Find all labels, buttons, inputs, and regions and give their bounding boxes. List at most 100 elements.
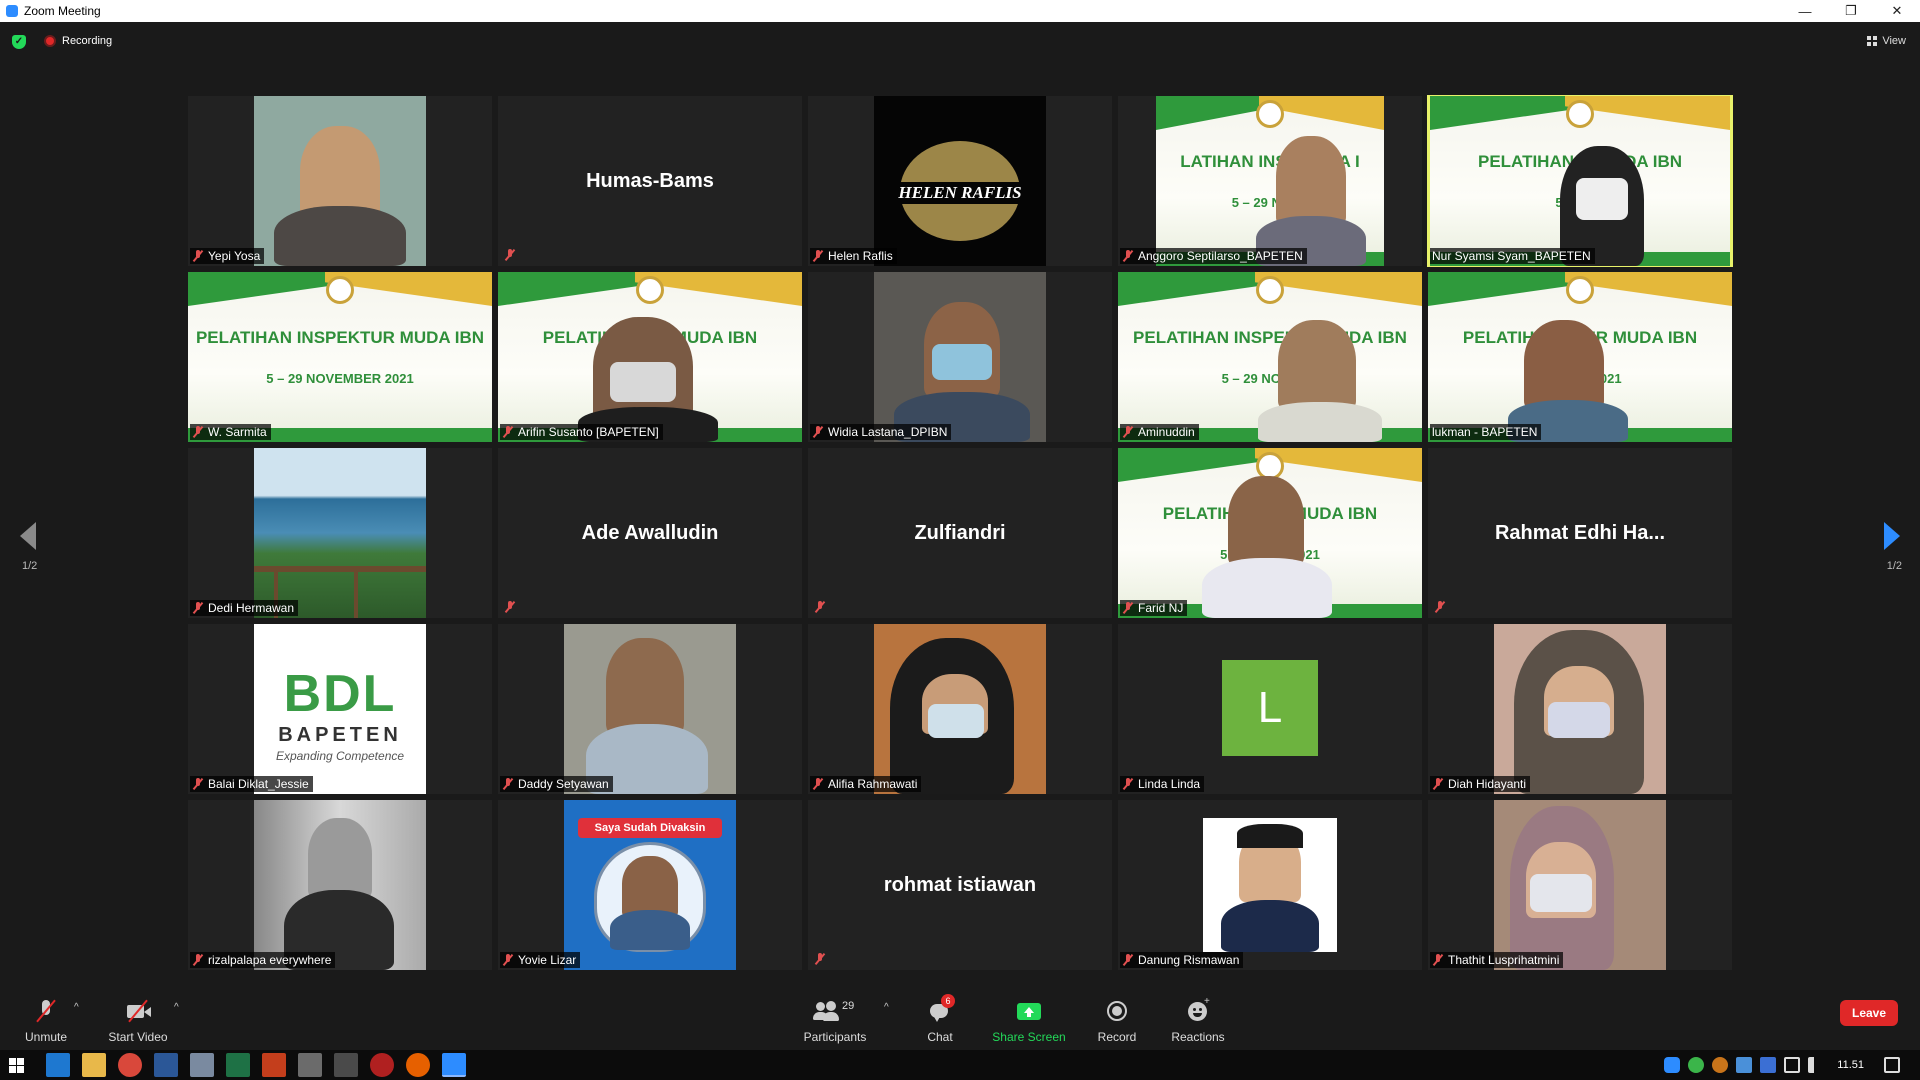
notifications-icon[interactable] xyxy=(1884,1057,1900,1073)
grid-view-icon xyxy=(1867,36,1878,46)
participant-tile[interactable]: Widia Lastana_DPIBN xyxy=(808,272,1112,442)
participant-display-name: rohmat istiawan xyxy=(883,873,1037,896)
participant-tile[interactable]: PELATIHAN UR MUDA IBN 5 – 29 BER 2021 Fa… xyxy=(1118,448,1422,618)
calendar-icon[interactable] xyxy=(334,1053,358,1077)
volume-icon[interactable] xyxy=(1808,1057,1824,1073)
participant-tile[interactable]: Danung Rismawan xyxy=(1118,800,1422,970)
participant-tile[interactable]: PELATIHAN I TUR MUDA IBN 5 – 2 ER 2021 l… xyxy=(1428,272,1732,442)
windows-start-icon[interactable] xyxy=(6,1053,28,1077)
zoom-app-icon xyxy=(6,5,18,17)
participant-tile[interactable]: BDL BAPETEN Expanding Competence Balai D… xyxy=(188,624,492,794)
participant-tile[interactable]: LATIHAN INSPE UDA I 5 – 29 NOVE Anggoro … xyxy=(1118,96,1422,266)
participant-tile[interactable]: Saya Sudah Divaksin Yovie Lizar xyxy=(498,800,802,970)
minimize-button[interactable]: — xyxy=(1782,0,1828,22)
participant-tile[interactable]: Alifia Rahmawati xyxy=(808,624,1112,794)
participant-name-label: Balai Diklat_Jessie xyxy=(190,776,313,792)
participants-icon: 29 xyxy=(812,998,858,1024)
leave-meeting-button[interactable]: Leave xyxy=(1840,1000,1898,1026)
bluetooth-icon[interactable] xyxy=(1760,1057,1776,1073)
next-page-arrow-icon[interactable] xyxy=(1884,522,1900,550)
network-icon[interactable] xyxy=(1784,1057,1800,1073)
mic-muted-icon xyxy=(814,601,826,613)
participant-tile[interactable]: Ade Awalludin xyxy=(498,448,802,618)
participant-tile[interactable]: Dedi Hermawan xyxy=(188,448,492,618)
participant-video xyxy=(254,800,426,970)
mic-muted-icon xyxy=(192,602,204,614)
participant-video: LATIHAN INSPE UDA I 5 – 29 NOVE xyxy=(1156,96,1384,266)
participant-tile[interactable]: Zulfiandri xyxy=(808,448,1112,618)
zoom-taskbar-icon[interactable] xyxy=(442,1053,466,1077)
participant-name-label: Alifia Rahmawati xyxy=(810,776,922,792)
edge-browser-icon[interactable] xyxy=(46,1053,70,1077)
word-icon[interactable] xyxy=(154,1053,178,1077)
mic-muted-icon xyxy=(502,426,514,438)
participant-tile[interactable]: Yepi Yosa xyxy=(188,96,492,266)
close-button[interactable]: ✕ xyxy=(1874,0,1920,22)
participant-tile[interactable]: PELATIHAN INSPEKTUR UDA IBN 5 – 29 NOVEM… xyxy=(1118,272,1422,442)
unmute-button[interactable]: Unmute xyxy=(20,990,72,1048)
taskbar-clock[interactable]: 11.51 xyxy=(1837,1059,1864,1071)
participant-tile[interactable]: rizalpalapa everywhere xyxy=(188,800,492,970)
participant-name-label: Farid NJ xyxy=(1120,600,1188,616)
participant-tile[interactable]: Humas-Bams xyxy=(498,96,802,266)
tray-app-icon[interactable] xyxy=(1736,1057,1752,1073)
audio-options-caret-icon[interactable]: ^ xyxy=(74,1002,79,1013)
participant-tile[interactable]: L Linda Linda xyxy=(1118,624,1422,794)
reactions-button[interactable]: + Reactions xyxy=(1166,990,1230,1048)
participant-name-label: W. Sarmita xyxy=(190,424,271,440)
participant-video: HELEN RAFLIS xyxy=(874,96,1046,266)
app-icon[interactable] xyxy=(190,1053,214,1077)
participant-tile[interactable]: Diah Hidayanti xyxy=(1428,624,1732,794)
tray-app-icon[interactable] xyxy=(1712,1057,1728,1073)
participant-video: PELATIHAN INSPEKTUR MUDA IBN 5 – 29 NOVE… xyxy=(188,272,492,442)
video-gallery: Yepi Yosa Humas-Bams HELEN RAFLIS Helen … xyxy=(188,95,1734,976)
previous-page-arrow-icon[interactable] xyxy=(20,522,36,550)
participant-tile-active-speaker[interactable]: PELATIHAN INS UDA IBN 5 – 29 N Nur Syams… xyxy=(1427,95,1733,267)
participant-tile[interactable]: PELATIHAN INSPEKTUR MUDA IBN 5 – 29 NOVE… xyxy=(188,272,492,442)
mic-muted-icon xyxy=(814,953,826,965)
share-screen-icon xyxy=(1016,998,1042,1024)
powerpoint-icon[interactable] xyxy=(262,1053,286,1077)
tray-app-icon[interactable] xyxy=(1688,1057,1704,1073)
record-button[interactable]: Record xyxy=(1092,990,1142,1048)
start-video-button[interactable]: Start Video xyxy=(104,990,172,1048)
calculator-icon[interactable] xyxy=(298,1053,322,1077)
participant-tile[interactable]: Thathit Lusprihatmini xyxy=(1428,800,1732,970)
mic-muted-icon xyxy=(192,426,204,438)
participant-tile[interactable]: PELATIHAN UR MUDA IBN 5 2021 Arifin Susa… xyxy=(498,272,802,442)
mic-muted-icon xyxy=(1122,250,1134,262)
participant-video xyxy=(1494,624,1666,794)
participant-tile[interactable]: Rahmat Edhi Ha... xyxy=(1428,448,1732,618)
participants-options-caret-icon[interactable]: ^ xyxy=(884,1002,889,1013)
mic-muted-icon xyxy=(1122,602,1134,614)
share-screen-button[interactable]: Share Screen xyxy=(992,990,1066,1048)
video-options-caret-icon[interactable]: ^ xyxy=(174,1002,179,1013)
video-camera-off-icon xyxy=(125,998,151,1024)
mic-muted-icon xyxy=(502,954,514,966)
restore-button[interactable]: ❐ xyxy=(1828,0,1874,22)
tray-zoom-icon[interactable] xyxy=(1664,1057,1680,1073)
participant-tile[interactable]: HELEN RAFLIS Helen Raflis xyxy=(808,96,1112,266)
participant-name-label: Helen Raflis xyxy=(810,248,897,264)
record-icon xyxy=(1104,998,1130,1024)
recording-indicator[interactable]: Recording xyxy=(44,35,112,47)
file-explorer-icon[interactable] xyxy=(82,1053,106,1077)
encryption-shield-icon[interactable]: ✓ xyxy=(12,35,26,49)
excel-icon[interactable] xyxy=(226,1053,250,1077)
mic-muted-icon xyxy=(1432,954,1444,966)
firefox-icon[interactable] xyxy=(406,1053,430,1077)
bapeten-emblem-icon xyxy=(1256,100,1284,128)
participants-button[interactable]: 29 Participants xyxy=(800,990,870,1048)
participant-name-label: Yepi Yosa xyxy=(190,248,265,264)
chat-button[interactable]: 6 Chat xyxy=(918,990,962,1048)
chrome-browser-icon[interactable] xyxy=(118,1053,142,1077)
media-app-icon[interactable] xyxy=(370,1053,394,1077)
window-titlebar: Zoom Meeting — ❐ ✕ xyxy=(0,0,1920,22)
participant-tile[interactable]: Daddy Setyawan xyxy=(498,624,802,794)
bapeten-emblem-icon xyxy=(326,276,354,304)
view-button[interactable]: View xyxy=(1867,35,1906,47)
bapeten-emblem-icon xyxy=(1566,100,1594,128)
participant-tile[interactable]: rohmat istiawan xyxy=(808,800,1112,970)
participant-name-label: Nur Syamsi Syam_BAPETEN xyxy=(1430,248,1595,264)
participant-name-label: Daddy Setyawan xyxy=(500,776,613,792)
